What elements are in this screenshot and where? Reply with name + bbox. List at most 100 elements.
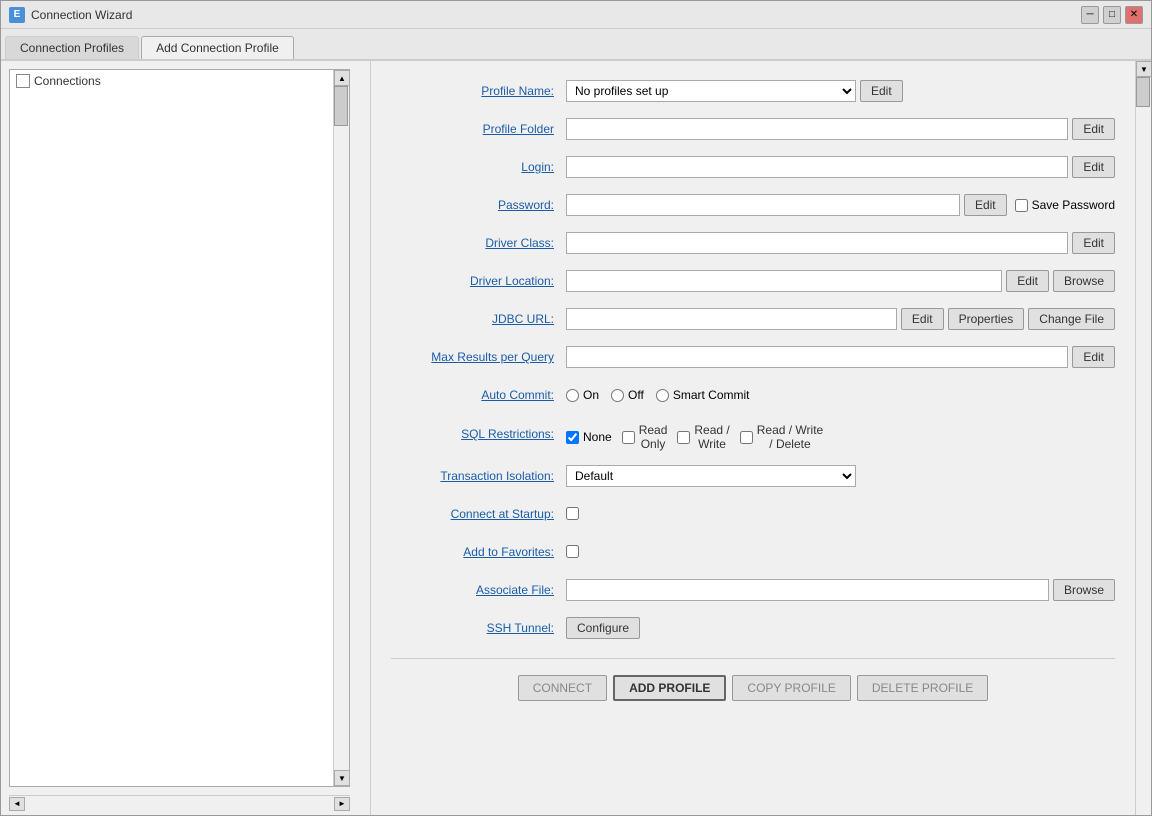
- sql-read-only-checkbox[interactable]: [622, 431, 635, 444]
- bottom-buttons: CONNECT ADD PROFILE COPY PROFILE DELETE …: [391, 658, 1115, 711]
- jdbc-url-input[interactable]: [566, 308, 897, 330]
- sql-read-only-label: ReadOnly: [639, 423, 668, 452]
- scroll-right-btn[interactable]: ►: [334, 797, 350, 811]
- ssh-tunnel-row: SSH Tunnel: Configure: [391, 614, 1115, 642]
- transaction-isolation-row: Transaction Isolation: Default: [391, 462, 1115, 490]
- auto-commit-row: Auto Commit: On Off Smart Commit: [391, 381, 1115, 409]
- max-results-label[interactable]: Max Results per Query: [391, 350, 566, 364]
- minimize-button[interactable]: ─: [1081, 6, 1099, 24]
- password-label[interactable]: Password:: [391, 198, 566, 212]
- auto-commit-off-label: Off: [628, 388, 644, 402]
- title-bar-buttons: ─ □ ✕: [1081, 6, 1143, 24]
- profile-name-select[interactable]: No profiles set up: [566, 80, 856, 102]
- scroll-down-btn[interactable]: ▼: [334, 770, 350, 786]
- ssh-tunnel-label[interactable]: SSH Tunnel:: [391, 621, 566, 635]
- ssh-tunnel-configure-btn[interactable]: Configure: [566, 617, 640, 639]
- login-input[interactable]: [566, 156, 1068, 178]
- driver-location-label[interactable]: Driver Location:: [391, 274, 566, 288]
- driver-location-input[interactable]: [566, 270, 1002, 292]
- max-results-input[interactable]: [566, 346, 1068, 368]
- associate-file-input[interactable]: [566, 579, 1049, 601]
- add-to-favorites-label[interactable]: Add to Favorites:: [391, 545, 566, 559]
- window: E Connection Wizard ─ □ ✕ Connection Pro…: [0, 0, 1152, 816]
- save-password-checkbox[interactable]: [1015, 199, 1028, 212]
- add-to-favorites-row: Add to Favorites:: [391, 538, 1115, 566]
- auto-commit-off-radio[interactable]: [611, 389, 624, 402]
- sql-read-write-label: Read /Write: [694, 423, 729, 452]
- driver-location-row: Driver Location: Edit Browse: [391, 267, 1115, 295]
- add-to-favorites-control: [566, 545, 1115, 558]
- connect-at-startup-row: Connect at Startup:: [391, 500, 1115, 528]
- profile-name-edit-btn[interactable]: Edit: [860, 80, 903, 102]
- driver-class-label[interactable]: Driver Class:: [391, 236, 566, 250]
- right-scroll-thumb[interactable]: [1136, 77, 1150, 107]
- jdbc-url-label[interactable]: JDBC URL:: [391, 312, 566, 326]
- max-results-edit-btn[interactable]: Edit: [1072, 346, 1115, 368]
- sql-read-write-delete-checkbox[interactable]: [740, 431, 753, 444]
- login-label[interactable]: Login:: [391, 160, 566, 174]
- sql-none-checkbox[interactable]: [566, 431, 579, 444]
- connect-at-startup-checkbox[interactable]: [566, 507, 579, 520]
- delete-profile-button[interactable]: DELETE PROFILE: [857, 675, 988, 701]
- auto-commit-smart-label: Smart Commit: [673, 388, 750, 402]
- jdbc-url-properties-btn[interactable]: Properties: [948, 308, 1025, 330]
- connect-at-startup-label[interactable]: Connect at Startup:: [391, 507, 566, 521]
- profile-name-label[interactable]: Profile Name:: [391, 84, 566, 98]
- add-profile-button[interactable]: ADD PROFILE: [613, 675, 726, 701]
- sql-read-write-delete-label: Read / Write/ Delete: [757, 423, 823, 452]
- sql-none-label: None: [583, 430, 612, 444]
- sql-read-write-checkbox[interactable]: [677, 431, 690, 444]
- password-edit-btn[interactable]: Edit: [964, 194, 1007, 216]
- driver-location-edit-btn[interactable]: Edit: [1006, 270, 1049, 292]
- title-bar: E Connection Wizard ─ □ ✕: [1, 1, 1151, 29]
- maximize-button[interactable]: □: [1103, 6, 1121, 24]
- scroll-thumb[interactable]: [334, 86, 348, 126]
- save-password-label: Save Password: [1032, 198, 1115, 212]
- scroll-up-btn[interactable]: ▲: [334, 70, 350, 86]
- auto-commit-on-item: On: [566, 388, 599, 402]
- driver-location-browse-btn[interactable]: Browse: [1053, 270, 1115, 292]
- profile-folder-edit-btn[interactable]: Edit: [1072, 118, 1115, 140]
- auto-commit-on-radio[interactable]: [566, 389, 579, 402]
- jdbc-url-change-file-btn[interactable]: Change File: [1028, 308, 1115, 330]
- associate-file-control: Browse: [566, 579, 1115, 601]
- connections-list[interactable]: Connections ▲ ▼: [9, 69, 350, 787]
- close-button[interactable]: ✕: [1125, 6, 1143, 24]
- password-input[interactable]: [566, 194, 960, 216]
- copy-profile-button[interactable]: COPY PROFILE: [732, 675, 850, 701]
- associate-file-label[interactable]: Associate File:: [391, 583, 566, 597]
- driver-class-edit-btn[interactable]: Edit: [1072, 232, 1115, 254]
- right-scrollbar[interactable]: ▲ ▼: [1135, 61, 1151, 815]
- auto-commit-control: On Off Smart Commit: [566, 388, 1115, 402]
- driver-location-control: Edit Browse: [566, 270, 1115, 292]
- login-edit-btn[interactable]: Edit: [1072, 156, 1115, 178]
- jdbc-url-row: JDBC URL: Edit Properties Change File: [391, 305, 1115, 333]
- horiz-track: [25, 797, 334, 811]
- ssh-tunnel-control: Configure: [566, 617, 1115, 639]
- tab-add-connection-profile[interactable]: Add Connection Profile: [141, 36, 294, 59]
- list-scrollbar[interactable]: ▲ ▼: [333, 70, 349, 786]
- transaction-isolation-select[interactable]: Default: [566, 465, 856, 487]
- add-to-favorites-checkbox[interactable]: [566, 545, 579, 558]
- profile-folder-label[interactable]: Profile Folder: [391, 122, 566, 136]
- connections-label: Connections: [34, 74, 101, 88]
- sql-read-write-item: Read /Write: [677, 423, 729, 452]
- tab-connection-profiles[interactable]: Connection Profiles: [5, 36, 139, 59]
- horiz-scrollbar[interactable]: ◄ ►: [9, 795, 350, 811]
- associate-file-browse-btn[interactable]: Browse: [1053, 579, 1115, 601]
- transaction-isolation-control: Default: [566, 465, 1115, 487]
- driver-class-input[interactable]: [566, 232, 1068, 254]
- connect-button[interactable]: CONNECT: [518, 675, 607, 701]
- sql-restrictions-label[interactable]: SQL Restrictions:: [391, 423, 566, 441]
- auto-commit-label[interactable]: Auto Commit:: [391, 388, 566, 402]
- profile-folder-input[interactable]: [566, 118, 1068, 140]
- scroll-left-btn[interactable]: ◄: [9, 797, 25, 811]
- right-scroll-down-btn[interactable]: ▼: [1136, 61, 1151, 77]
- auto-commit-smart-radio[interactable]: [656, 389, 669, 402]
- jdbc-url-edit-btn[interactable]: Edit: [901, 308, 944, 330]
- connections-header: Connections: [10, 70, 349, 92]
- transaction-isolation-label[interactable]: Transaction Isolation:: [391, 469, 566, 483]
- sql-restrictions-control: None ReadOnly Read /Write Read / Write/ …: [566, 423, 1115, 452]
- driver-class-control: Edit: [566, 232, 1115, 254]
- tab-bar: Connection Profiles Add Connection Profi…: [1, 29, 1151, 61]
